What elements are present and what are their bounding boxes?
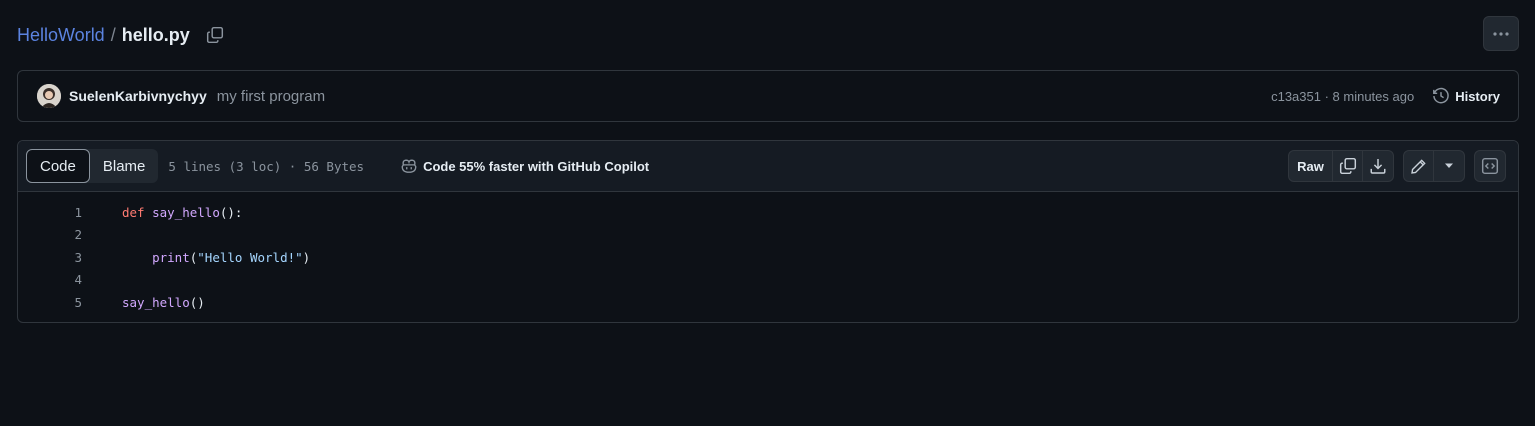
breadcrumb-separator: / bbox=[110, 24, 116, 45]
code-token: print bbox=[152, 249, 190, 265]
file-info: 5 lines (3 loc) · 56 Bytes bbox=[168, 158, 365, 174]
code-line: 3 print("Hello World!") bbox=[18, 246, 1518, 269]
line-content: say_hello() bbox=[122, 295, 205, 310]
triangle-down-icon bbox=[1445, 163, 1453, 168]
code-token: "Hello World!" bbox=[197, 249, 303, 265]
code-token: (): bbox=[219, 204, 243, 220]
code-token: say_hello bbox=[122, 294, 190, 310]
copilot-label: Code 55% faster with GitHub Copilot bbox=[423, 158, 650, 174]
download-button[interactable] bbox=[1363, 151, 1393, 181]
line-content: def say_hello(): bbox=[122, 205, 242, 220]
kebab-horizontal-icon bbox=[1493, 31, 1509, 36]
breadcrumb-file-name: hello.py bbox=[121, 24, 190, 45]
line-number[interactable]: 4 bbox=[18, 272, 82, 287]
code-token: () bbox=[189, 294, 205, 310]
line-number[interactable]: 2 bbox=[18, 227, 82, 242]
edit-button-group bbox=[1403, 150, 1465, 182]
commit-meta-group: c13a351 · 8 minutes ago History bbox=[1271, 87, 1500, 105]
file-header: Code Blame 5 lines (3 loc) · 56 Bytes Co… bbox=[18, 141, 1518, 192]
edit-button[interactable] bbox=[1404, 151, 1434, 181]
latest-commit-bar: SuelenKarbivnychyy my first program c13a… bbox=[17, 70, 1519, 122]
commit-author[interactable]: SuelenKarbivnychyy bbox=[69, 88, 207, 104]
copilot-icon bbox=[401, 159, 417, 173]
code-line: 5 say_hello() bbox=[18, 291, 1518, 314]
code-listing[interactable]: 1 def say_hello(): 2 3 print("Hello World!"… bbox=[18, 192, 1518, 314]
view-toggle: Code Blame bbox=[26, 149, 159, 183]
line-content: print("Hello World!") bbox=[122, 250, 310, 265]
copy-path-button[interactable] bbox=[204, 24, 226, 46]
history-icon bbox=[1433, 87, 1450, 104]
avatar[interactable] bbox=[37, 84, 61, 108]
tab-blame[interactable]: Blame bbox=[90, 149, 159, 183]
copy-raw-button[interactable] bbox=[1333, 151, 1363, 181]
symbols-panel-button[interactable] bbox=[1474, 150, 1506, 182]
code-line: 4 bbox=[18, 269, 1518, 292]
more-options-button[interactable] bbox=[1483, 16, 1519, 51]
code-line: 1 def say_hello(): bbox=[18, 201, 1518, 224]
code-token: say_hello bbox=[152, 204, 220, 220]
code-square-icon bbox=[1481, 157, 1499, 175]
pencil-icon bbox=[1411, 158, 1426, 174]
code-line: 2 bbox=[18, 224, 1518, 247]
history-button[interactable]: History bbox=[1432, 87, 1500, 105]
line-number[interactable]: 5 bbox=[18, 295, 82, 310]
copilot-promo-link[interactable]: Code 55% faster with GitHub Copilot bbox=[400, 157, 649, 175]
copy-icon bbox=[206, 26, 223, 44]
tab-code[interactable]: Code bbox=[26, 149, 90, 183]
line-number[interactable]: 3 bbox=[18, 250, 82, 265]
line-number[interactable]: 1 bbox=[18, 205, 82, 220]
file-toolbar: Raw bbox=[1288, 150, 1506, 182]
commit-hash-time[interactable]: c13a351 · 8 minutes ago bbox=[1271, 89, 1414, 104]
copy-icon bbox=[1339, 157, 1356, 175]
code-token: def bbox=[122, 204, 145, 220]
raw-button-group: Raw bbox=[1288, 150, 1394, 182]
breadcrumb-repo-link[interactable]: HelloWorld bbox=[17, 25, 105, 46]
code-token: ) bbox=[302, 249, 311, 265]
breadcrumb: HelloWorld / hello.py bbox=[17, 18, 226, 52]
download-icon bbox=[1370, 159, 1386, 174]
commit-message[interactable]: my first program bbox=[217, 88, 325, 105]
file-viewer: Code Blame 5 lines (3 loc) · 56 Bytes Co… bbox=[17, 140, 1519, 323]
raw-button[interactable]: Raw bbox=[1289, 151, 1333, 181]
edit-options-dropdown[interactable] bbox=[1434, 151, 1464, 181]
history-label: History bbox=[1455, 88, 1500, 104]
